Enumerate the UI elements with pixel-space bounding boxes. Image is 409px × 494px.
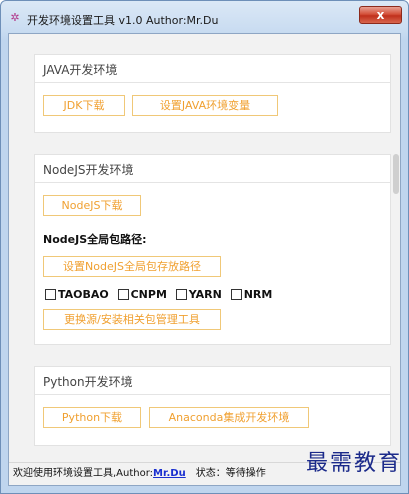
checkbox-nrm[interactable]: NRM <box>230 288 273 301</box>
anaconda-button[interactable]: Anaconda集成开发环境 <box>149 407 309 428</box>
install-package-tool-button[interactable]: 更换源/安装相关包管理工具 <box>43 309 221 330</box>
checkbox-label: TAOBAO <box>58 288 109 301</box>
nodejs-divider <box>35 182 390 183</box>
nodejs-global-path-label: NodeJS全局包路径: <box>43 233 147 246</box>
title-bar[interactable]: ✲ 开发环境设置工具 v1.0 Author:Mr.Du x <box>1 1 408 33</box>
watermark-logo: 最需教育 <box>305 451 402 476</box>
java-group-title: JAVA开发环境 <box>43 63 118 77</box>
registry-checkboxes: TAOBAO CNPM YARN NRM <box>45 288 277 303</box>
set-java-env-button[interactable]: 设置JAVA环境变量 <box>132 95 278 116</box>
python-divider <box>35 394 390 395</box>
scrollbar[interactable] <box>392 35 399 455</box>
window-title: 开发环境设置工具 v1.0 Author:Mr.Du <box>27 14 219 27</box>
checkbox-label: NRM <box>243 288 273 301</box>
jdk-download-button[interactable]: JDK下载 <box>43 95 125 116</box>
checkbox-cnpm[interactable]: CNPM <box>117 288 167 301</box>
app-window: ✲ 开发环境设置工具 v1.0 Author:Mr.Du x JAVA开发环境 … <box>0 0 409 494</box>
java-group: JAVA开发环境 JDK下载 设置JAVA环境变量 <box>34 54 391 133</box>
scrollbar-thumb[interactable] <box>393 154 399 194</box>
status-welcome: 欢迎使用环境设置工具,Author: <box>13 468 154 479</box>
checkbox-label: CNPM <box>130 288 167 301</box>
nodejs-group-title: NodeJS开发环境 <box>43 163 134 177</box>
python-group-title: Python开发环境 <box>43 375 133 389</box>
close-button[interactable]: x <box>359 6 402 24</box>
app-icon: ✲ <box>10 11 20 24</box>
checkbox-box[interactable] <box>175 289 187 300</box>
python-group: Python开发环境 Python下载 Anaconda集成开发环境 <box>34 366 391 446</box>
set-global-path-button[interactable]: 设置NodeJS全局包存放路径 <box>43 256 221 277</box>
checkbox-taobao[interactable]: TAOBAO <box>45 288 109 301</box>
checkbox-label: YARN <box>188 288 222 301</box>
status-author-link[interactable]: Mr.Du <box>153 468 186 479</box>
java-divider <box>35 82 390 83</box>
client-area: JAVA开发环境 JDK下载 设置JAVA环境变量 NodeJS开发环境 Nod… <box>8 33 401 486</box>
checkbox-box[interactable] <box>45 289 56 300</box>
python-download-button[interactable]: Python下载 <box>43 407 141 428</box>
nodejs-group: NodeJS开发环境 NodeJS下载 NodeJS全局包路径: 设置NodeJ… <box>34 154 391 345</box>
checkbox-yarn[interactable]: YARN <box>175 288 222 301</box>
checkbox-box[interactable] <box>230 289 242 300</box>
status-state: 状态：等待操作 <box>195 468 266 479</box>
checkbox-box[interactable] <box>117 289 129 300</box>
nodejs-download-button[interactable]: NodeJS下载 <box>43 195 141 216</box>
